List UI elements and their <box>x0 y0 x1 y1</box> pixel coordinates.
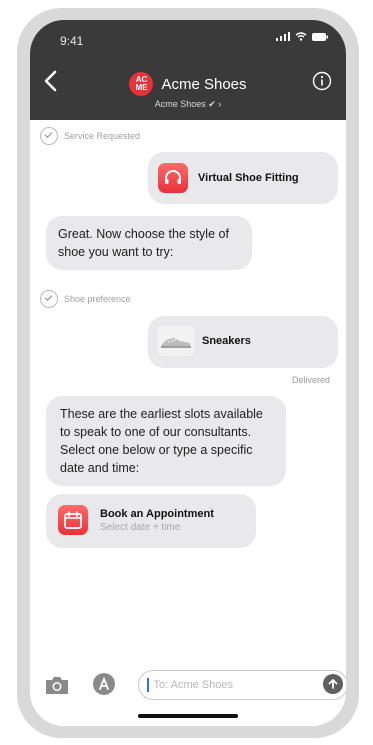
info-icon[interactable] <box>312 71 332 91</box>
sneakers-card[interactable]: Sneakers <box>148 316 338 368</box>
appointment-title: Book an Appointment <box>100 507 214 520</box>
shoe-preference-status: Shoe preference <box>40 290 131 308</box>
style-prompt-text: Great. Now choose the style of shoe you … <box>58 227 229 259</box>
virtual-fitting-card[interactable]: Virtual Shoe Fitting <box>148 152 338 204</box>
delivered-label: Delivered <box>291 375 330 385</box>
checkmark-icon <box>40 290 58 308</box>
checkmark-icon <box>40 127 58 145</box>
battery-icon <box>312 32 328 41</box>
service-status-label: Service Requested <box>64 131 141 141</box>
contact-subtitle: Acme Shoes ✔ › <box>154 99 222 109</box>
text-caret <box>147 678 149 692</box>
app-store-icon[interactable] <box>92 672 116 696</box>
camera-icon[interactable] <box>44 674 70 696</box>
sneaker-icon <box>158 326 194 356</box>
status-time: 9:41 <box>60 34 84 48</box>
slots-text: These are the earliest slots available t… <box>60 407 263 475</box>
book-appointment-card[interactable]: Book an Appointment Select date + time <box>46 494 256 548</box>
wifi-icon <box>295 32 307 41</box>
appointment-subtitle: Select date + time <box>100 521 181 533</box>
headset-icon <box>158 163 188 193</box>
acme-logo: AC ME <box>129 72 154 96</box>
brand-title[interactable]: AC ME Acme Shoes <box>30 72 346 96</box>
signal-icon <box>276 32 290 41</box>
arrow-up-icon <box>328 679 338 689</box>
service-requested-status: Service Requested <box>40 127 140 145</box>
calendar-icon <box>58 505 88 535</box>
shoe-status-label: Shoe preference <box>64 294 131 304</box>
virtual-fitting-title: Virtual Shoe Fitting <box>198 172 299 184</box>
message-input[interactable] <box>151 678 316 692</box>
message-input-wrap[interactable] <box>138 670 346 700</box>
phone-screen: 9:41 AC ME Acme Shoes Acme Shoes ✔ › Ser… <box>30 20 346 726</box>
chat-header: 9:41 AC ME Acme Shoes Acme Shoes ✔ › <box>30 20 346 120</box>
contact-name: Acme Shoes <box>161 75 247 93</box>
style-prompt-message: Great. Now choose the style of shoe you … <box>46 216 252 270</box>
sneakers-title: Sneakers <box>202 335 251 347</box>
slots-message: These are the earliest slots available t… <box>46 396 286 486</box>
message-composer <box>30 668 346 708</box>
home-indicator <box>138 714 238 718</box>
status-icons <box>276 32 328 41</box>
send-button[interactable] <box>323 674 343 694</box>
